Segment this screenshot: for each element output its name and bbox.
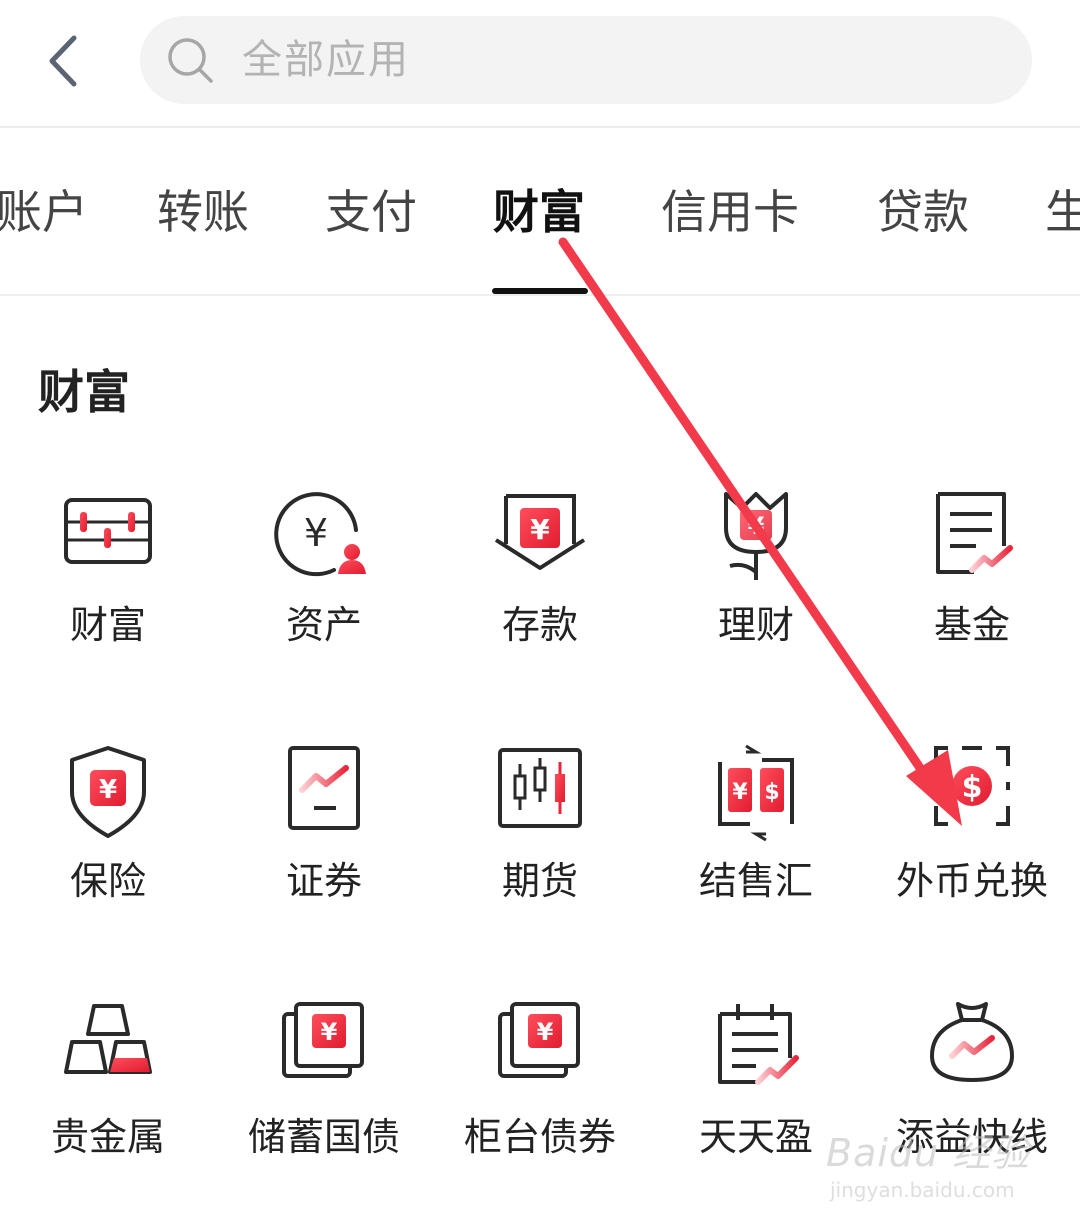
asset-icon: ¥ xyxy=(274,492,366,577)
watermark-url: jingyan.baidu.com xyxy=(830,1178,1015,1202)
watermark-brand: Baidu 经验 xyxy=(826,1131,1031,1175)
section-title: 财富 xyxy=(38,365,130,419)
tile-counter-bonds[interactable]: ¥ 柜台债券 xyxy=(432,1000,648,1220)
baidu-watermark: Baidu 经验 jingyan.baidu.com xyxy=(826,1130,1046,1210)
tile-securities[interactable]: 证券 xyxy=(216,744,432,964)
tile-label: 理财 xyxy=(717,603,794,647)
tab-loan[interactable]: 贷款 xyxy=(877,182,969,242)
insurance-shield-icon: ¥ xyxy=(70,746,146,838)
tile-label: 证券 xyxy=(285,859,362,903)
exchange-settlement-icon: ¥ $ xyxy=(718,744,794,842)
svg-text:¥: ¥ xyxy=(530,513,550,546)
tile-savings-bonds[interactable]: ¥ 储蓄国债 xyxy=(216,1000,432,1220)
svg-text:¥: ¥ xyxy=(321,1018,338,1046)
svg-text:¥: ¥ xyxy=(748,512,765,540)
gold-bars-icon xyxy=(64,1004,152,1074)
money-bag-icon xyxy=(930,1002,1014,1082)
tile-financing[interactable]: ¥ 理财 xyxy=(648,488,864,708)
securities-icon xyxy=(288,746,360,830)
back-button[interactable] xyxy=(36,28,92,94)
tab-account[interactable]: 账户 xyxy=(0,182,88,242)
daily-gain-icon xyxy=(718,1004,799,1085)
tab-transfer[interactable]: 转账 xyxy=(157,182,249,242)
tile-precious-metals[interactable]: 贵金属 xyxy=(0,1000,216,1220)
tile-label: 保险 xyxy=(69,859,146,903)
tab-life[interactable]: 生 xyxy=(1045,182,1080,242)
tile-fund[interactable]: 基金 xyxy=(864,488,1080,708)
tile-label: 基金 xyxy=(933,603,1010,647)
deposit-icon: ¥ xyxy=(494,494,586,570)
foreign-currency-icon: $ xyxy=(934,746,1010,826)
tile-label: 存款 xyxy=(501,603,578,647)
chevron-left-icon xyxy=(49,35,77,87)
tile-deposit[interactable]: ¥ 存款 xyxy=(432,488,648,708)
fund-icon xyxy=(936,492,1013,574)
tile-label: 期货 xyxy=(501,859,578,903)
tile-wealth[interactable]: 财富 xyxy=(0,488,216,708)
futures-candlestick-icon xyxy=(498,748,582,828)
svg-text:¥: ¥ xyxy=(732,780,748,805)
finance-flower-icon: ¥ xyxy=(724,492,788,580)
savings-bond-icon: ¥ xyxy=(282,1002,364,1078)
tile-label: 储蓄国债 xyxy=(247,1115,400,1159)
tile-label: 结售汇 xyxy=(698,859,813,903)
active-tab-indicator xyxy=(492,288,588,294)
tile-label: 外币兑换 xyxy=(895,859,1048,903)
tab-credit-card[interactable]: 信用卡 xyxy=(661,182,799,242)
tile-label: 贵金属 xyxy=(50,1115,165,1159)
search-placeholder: 全部应用 xyxy=(242,37,410,83)
wealth-panel-icon xyxy=(64,498,152,564)
svg-text:¥: ¥ xyxy=(304,511,328,555)
search-icon xyxy=(168,38,213,83)
tile-label: 财富 xyxy=(69,603,146,647)
tab-wealth[interactable]: 财富 xyxy=(493,182,585,242)
search-input[interactable]: 全部应用 xyxy=(140,16,1032,104)
tile-fx-settlement[interactable]: ¥ $ 结售汇 xyxy=(648,744,864,964)
tile-label: 柜台债券 xyxy=(463,1115,616,1159)
tile-label: 资产 xyxy=(285,603,362,647)
top-bar: 全部应用 xyxy=(0,0,1080,128)
svg-text:¥: ¥ xyxy=(99,775,117,805)
tile-foreign-currency-exchange[interactable]: $ 外币兑换 xyxy=(864,744,1080,964)
category-tabs: 账户 转账 支付 财富 信用卡 贷款 生 xyxy=(0,128,1080,296)
tile-insurance[interactable]: ¥ 保险 xyxy=(0,744,216,964)
tab-payment[interactable]: 支付 xyxy=(325,182,417,242)
svg-text:$: $ xyxy=(962,770,983,805)
svg-text:$: $ xyxy=(764,780,779,805)
counter-bond-icon: ¥ xyxy=(498,1002,580,1078)
tile-assets[interactable]: ¥ 资产 xyxy=(216,488,432,708)
svg-text:¥: ¥ xyxy=(537,1018,554,1046)
tile-futures[interactable]: 期货 xyxy=(432,744,648,964)
